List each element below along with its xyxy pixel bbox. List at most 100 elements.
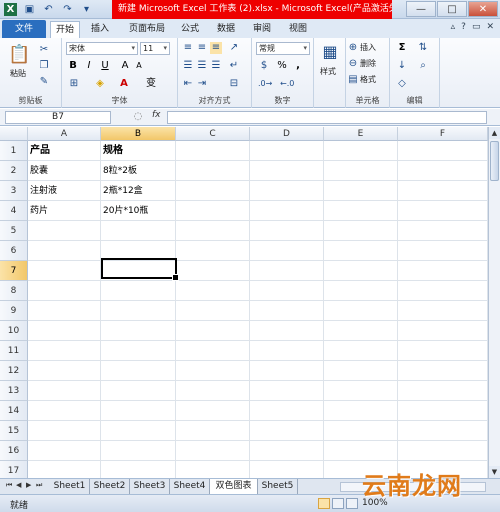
cell-a8[interactable] (28, 281, 101, 301)
row-header-12[interactable]: 12 (0, 361, 28, 381)
cell-c16[interactable] (176, 441, 250, 461)
cell-e7[interactable] (324, 261, 398, 281)
cell-c2[interactable] (176, 161, 250, 181)
last-sheet-icon[interactable]: ⏭ (36, 481, 42, 490)
cell-d8[interactable] (250, 281, 324, 301)
accounting-format-icon[interactable]: $ (258, 60, 270, 72)
cell-e3[interactable] (324, 181, 398, 201)
cell-e1[interactable] (324, 141, 398, 161)
paste-label[interactable]: 粘贴 (10, 68, 26, 79)
column-header-d[interactable]: D (250, 127, 324, 141)
cell-e16[interactable] (324, 441, 398, 461)
cell-b4[interactable]: 20片*10瓶 (101, 201, 176, 221)
cell-b9[interactable] (101, 301, 176, 321)
format-cells-label[interactable]: 格式 (360, 74, 376, 85)
tab-view[interactable]: 视图 (284, 21, 312, 38)
scroll-down-icon[interactable]: ▼ (489, 466, 500, 478)
cell-a14[interactable] (28, 401, 101, 421)
increase-decimal-icon[interactable]: .0→ (258, 78, 272, 90)
comma-button[interactable]: , (292, 60, 304, 72)
cell-c17[interactable] (176, 461, 250, 478)
scroll-up-icon[interactable]: ▲ (489, 127, 500, 139)
cell-a4[interactable]: 药片 (28, 201, 101, 221)
sort-filter-icon[interactable]: ⇅ (416, 42, 430, 54)
save-icon[interactable]: ▣ (23, 3, 36, 16)
orientation-icon[interactable]: ↗ (228, 42, 240, 54)
cell-f2[interactable] (398, 161, 488, 181)
vertical-scroll-thumb[interactable] (490, 141, 499, 181)
cell-e14[interactable] (324, 401, 398, 421)
wrap-text-icon[interactable]: ↵ (228, 60, 240, 72)
row-header-2[interactable]: 2 (0, 161, 28, 181)
row-header-17[interactable]: 17 (0, 461, 28, 478)
tab-file[interactable]: 文件 (2, 20, 46, 38)
prev-sheet-icon[interactable]: ◀ (16, 481, 21, 489)
cell-c14[interactable] (176, 401, 250, 421)
cell-c12[interactable] (176, 361, 250, 381)
paste-icon[interactable]: 📋 (8, 44, 30, 68)
cell-c15[interactable] (176, 421, 250, 441)
styles-icon[interactable]: ▦ (321, 42, 339, 62)
redo-icon[interactable]: ↷ (61, 3, 74, 16)
clear-icon[interactable]: ◇ (396, 78, 408, 90)
close-button[interactable]: ✕ (468, 1, 498, 17)
bold-button[interactable]: B (68, 60, 78, 72)
cell-b3[interactable]: 2瓶*12盒 (101, 181, 176, 201)
cell-b13[interactable] (101, 381, 176, 401)
sheet-tab-sheet4[interactable]: Sheet4 (170, 479, 210, 494)
cell-a6[interactable] (28, 241, 101, 261)
merge-center-icon[interactable]: ⊟ (228, 78, 240, 90)
cell-d15[interactable] (250, 421, 324, 441)
workbook-close-icon[interactable]: ✕ (486, 22, 494, 32)
cell-e15[interactable] (324, 421, 398, 441)
cell-c1[interactable] (176, 141, 250, 161)
cell-b7[interactable] (101, 261, 176, 281)
cell-a7[interactable] (28, 261, 101, 281)
sheet-tab-sheet2[interactable]: Sheet2 (90, 479, 130, 494)
cell-c5[interactable] (176, 221, 250, 241)
cell-c10[interactable] (176, 321, 250, 341)
tab-page-layout[interactable]: 页面布局 (124, 21, 170, 38)
cell-b14[interactable] (101, 401, 176, 421)
cell-d3[interactable] (250, 181, 324, 201)
cell-e8[interactable] (324, 281, 398, 301)
cell-d17[interactable] (250, 461, 324, 478)
cell-d1[interactable] (250, 141, 324, 161)
help-icon[interactable]: ? (461, 22, 466, 32)
cell-e6[interactable] (324, 241, 398, 261)
cell-e12[interactable] (324, 361, 398, 381)
sheet-tab-sheet5[interactable]: Sheet5 (258, 479, 298, 494)
name-box[interactable]: B7 (5, 111, 111, 124)
cell-f8[interactable] (398, 281, 488, 301)
align-middle-icon[interactable]: ≡ (196, 42, 208, 54)
row-header-13[interactable]: 13 (0, 381, 28, 401)
cell-d12[interactable] (250, 361, 324, 381)
cell-c8[interactable] (176, 281, 250, 301)
cell-c3[interactable] (176, 181, 250, 201)
cell-c7[interactable] (176, 261, 250, 281)
styles-label[interactable]: 样式 (320, 66, 336, 77)
cell-f1[interactable] (398, 141, 488, 161)
copy-icon[interactable]: ❐ (38, 60, 50, 72)
cell-e13[interactable] (324, 381, 398, 401)
row-header-16[interactable]: 16 (0, 441, 28, 461)
tab-review[interactable]: 审阅 (248, 21, 276, 38)
decrease-decimal-icon[interactable]: ←.0 (280, 78, 294, 90)
cell-b5[interactable] (101, 221, 176, 241)
format-cells-icon[interactable]: ▤ (348, 74, 358, 86)
vertical-scrollbar[interactable]: ▲ ▼ (488, 127, 500, 478)
fill-icon[interactable]: ↓ (396, 60, 408, 72)
phonetic-button[interactable]: 变 (144, 78, 158, 90)
column-header-f[interactable]: F (398, 127, 488, 141)
cell-c4[interactable] (176, 201, 250, 221)
font-color-button[interactable]: A (118, 78, 130, 90)
first-sheet-icon[interactable]: ⏮ (6, 481, 12, 490)
cell-e2[interactable] (324, 161, 398, 181)
cell-a16[interactable] (28, 441, 101, 461)
cell-b17[interactable] (101, 461, 176, 478)
column-header-e[interactable]: E (324, 127, 398, 141)
cell-d4[interactable] (250, 201, 324, 221)
cut-icon[interactable]: ✂ (38, 44, 50, 56)
cell-f7[interactable] (398, 261, 488, 281)
cell-f5[interactable] (398, 221, 488, 241)
